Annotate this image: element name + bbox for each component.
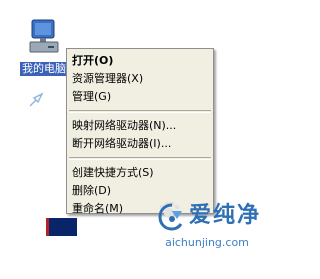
menu-item-create-shortcut[interactable]: 创建快捷方式(S): [67, 164, 213, 182]
menu-separator: [69, 110, 211, 113]
arrow-shortcut-icon: [29, 92, 44, 107]
computer-icon: [29, 19, 59, 53]
watermark-url: aichunjing.com: [165, 236, 249, 249]
watermark-brand-text: 爱纯净: [189, 203, 262, 228]
menu-item-explorer[interactable]: 资源管理器(X): [67, 70, 213, 88]
menu-item-manage[interactable]: 管理(G): [67, 88, 213, 106]
my-computer-desktop-icon[interactable]: 我的电脑: [20, 18, 70, 88]
partial-window-fragment: [46, 218, 77, 236]
menu-item-delete[interactable]: 删除(D): [67, 182, 213, 200]
site-watermark: 爱纯净 aichunjing.com: [155, 200, 259, 260]
menu-item-disconnect-network-drive[interactable]: 断开网络驱动器(I)...: [67, 135, 213, 153]
menu-item-map-network-drive[interactable]: 映射网络驱动器(N)...: [67, 117, 213, 135]
menu-separator: [69, 157, 211, 160]
brand-logo-icon: [158, 203, 183, 231]
context-menu: 打开(O) 资源管理器(X) 管理(G) 映射网络驱动器(N)... 断开网络驱…: [66, 48, 214, 215]
menu-item-open[interactable]: 打开(O): [67, 52, 213, 70]
desktop-icon-label: 我的电脑: [20, 62, 68, 76]
